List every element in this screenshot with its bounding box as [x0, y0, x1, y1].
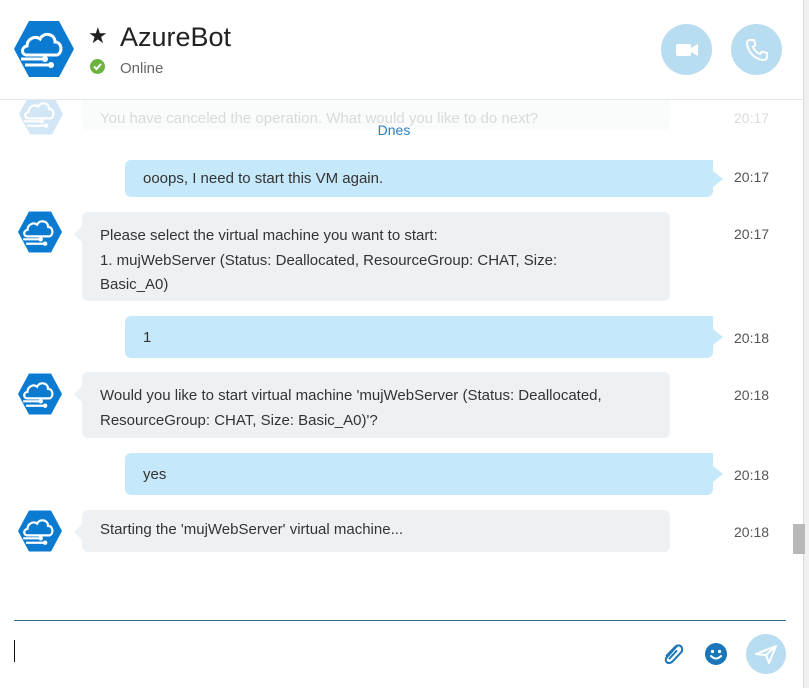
star-icon[interactable]: ★ [88, 25, 108, 47]
video-call-button[interactable] [661, 24, 712, 75]
message-time: 20:18 [734, 387, 770, 403]
message-line: Please select the virtual machine you wa… [100, 227, 438, 244]
outgoing-message[interactable]: ooops, I need to start this VM again. [125, 160, 723, 197]
incoming-message[interactable]: Would you like to start virtual machine … [74, 372, 670, 438]
incoming-message[interactable]: Please select the virtual machine you wa… [74, 212, 670, 301]
azurebot-avatar[interactable] [17, 509, 63, 553]
send-icon [755, 645, 777, 664]
message-time: 20:18 [734, 467, 770, 483]
chat-header: ★ AzureBot Online [0, 0, 809, 100]
window-edge [803, 0, 809, 688]
message-text: 1 [143, 328, 152, 346]
compose-divider [14, 620, 786, 621]
message-time: 20:17 [734, 169, 770, 185]
emoji-icon[interactable] [704, 642, 728, 666]
date-separator: Dnes [377, 122, 411, 138]
message-time: 20:18 [734, 330, 770, 346]
video-camera-icon [676, 44, 698, 56]
contact-name[interactable]: AzureBot [120, 22, 231, 53]
message-time: 20:17 [734, 226, 770, 242]
message-line: Basic_A0) [100, 276, 169, 293]
azurebot-avatar[interactable] [17, 372, 63, 416]
azurebot-avatar[interactable] [13, 19, 75, 79]
phone-icon [745, 39, 768, 62]
outgoing-message[interactable]: 1 [125, 316, 723, 358]
message-text: yes [143, 465, 167, 483]
message-input[interactable] [18, 632, 638, 672]
message-line: 1. mujWebServer (Status: Deallocated, Re… [100, 251, 558, 269]
outgoing-message[interactable]: yes [125, 453, 723, 495]
send-button[interactable] [746, 634, 786, 674]
presence-status: Online [120, 60, 164, 77]
chat-window: ★ AzureBot Online You have canceled the … [0, 0, 809, 688]
message-text: ooops, I need to start this VM again. [143, 170, 384, 187]
text-cursor [14, 640, 15, 662]
online-status-icon [90, 59, 105, 74]
audio-call-button[interactable] [731, 24, 782, 75]
paperclip-icon[interactable] [660, 640, 686, 668]
message-line: Starting the 'mujWebServer' virtual mach… [100, 521, 404, 538]
scrollbar-thumb[interactable] [793, 524, 805, 554]
message-time: 20:18 [734, 524, 770, 540]
azurebot-avatar[interactable] [17, 210, 63, 254]
message-line: ResourceGroup: CHAT, Size: Basic_A0)'? [100, 411, 378, 429]
incoming-message[interactable]: Starting the 'mujWebServer' virtual mach… [74, 510, 670, 552]
message-line: Would you like to start virtual machine … [100, 387, 602, 404]
